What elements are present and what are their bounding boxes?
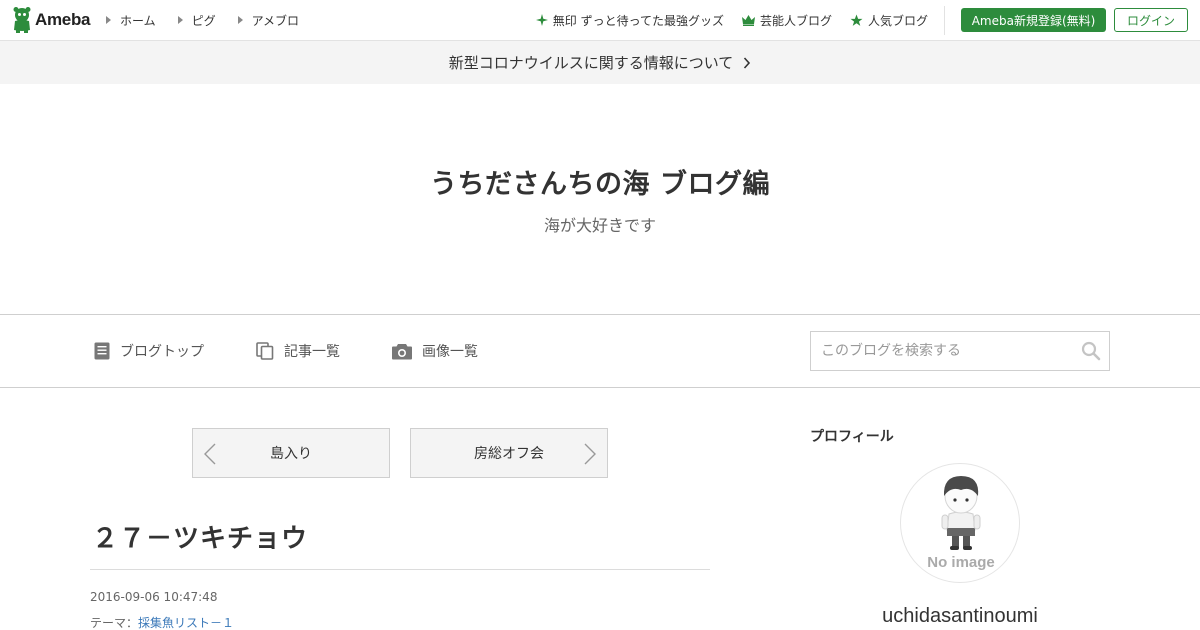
crown-icon bbox=[741, 14, 755, 26]
blog-nav-entries[interactable]: 記事一覧 bbox=[256, 341, 340, 361]
copy-icon bbox=[256, 342, 274, 360]
nav-home-label: ホーム bbox=[120, 13, 156, 28]
avatar[interactable]: No image bbox=[900, 463, 1020, 583]
link-muji-goods[interactable]: 無印 ずっと待ってた最強グッズ bbox=[535, 12, 724, 29]
ameba-mascot-icon bbox=[13, 7, 31, 33]
link-celebrity-blogs[interactable]: 芸能人ブログ bbox=[741, 12, 832, 29]
article-theme: テーマ：採集魚リスト－１ bbox=[90, 614, 234, 630]
blog-description: 海が大好きです bbox=[543, 216, 656, 235]
triangle-right-icon bbox=[106, 16, 111, 24]
blog-nav-images-label: 画像一覧 bbox=[422, 344, 478, 360]
chevron-right-icon bbox=[584, 443, 596, 465]
link-muji-goods-label: 無印 ずっと待ってた最強グッズ bbox=[552, 13, 724, 28]
article-theme-prefix: テーマ： bbox=[90, 616, 139, 630]
article-theme-link[interactable]: 採集魚リスト－１ bbox=[138, 616, 234, 630]
nav-pigg[interactable]: ピグ bbox=[177, 12, 216, 29]
blog-nav-top[interactable]: ブログトップ bbox=[94, 341, 204, 361]
article-date: 2016-09-06 10:47:48 bbox=[90, 590, 218, 604]
prev-entry-label: 島入り bbox=[270, 446, 312, 462]
search-button[interactable] bbox=[1081, 341, 1101, 361]
covid-info-banner[interactable]: 新型コロナウイルスに関する情報について bbox=[0, 41, 1200, 84]
profile-heading: プロフィール bbox=[810, 429, 894, 445]
sparkle-icon bbox=[535, 14, 548, 26]
prev-entry-button[interactable]: 島入り bbox=[192, 428, 390, 478]
register-button[interactable]: Ameba新規登録(無料) bbox=[961, 8, 1106, 32]
global-header: Ameba ホーム ピグ アメブロ 無印 ずっと待ってた最強グッズ 芸能人ブログ… bbox=[0, 0, 1200, 41]
logo-text: Ameba bbox=[35, 10, 91, 29]
blog-search-input[interactable] bbox=[811, 332, 1071, 370]
nav-pigg-label: ピグ bbox=[191, 13, 216, 28]
covid-info-text: 新型コロナウイルスに関する情報について bbox=[448, 54, 734, 72]
link-popular-blogs-label: 人気ブログ bbox=[867, 13, 928, 28]
blog-nav-entries-label: 記事一覧 bbox=[284, 344, 340, 360]
nav-home[interactable]: ホーム bbox=[106, 12, 156, 29]
chevron-left-icon bbox=[204, 443, 216, 465]
next-entry-label: 房総オフ会 bbox=[474, 446, 544, 462]
blog-nav-top-label: ブログトップ bbox=[120, 344, 204, 360]
ameba-logo[interactable]: Ameba bbox=[12, 7, 90, 33]
chevron-right-icon bbox=[744, 56, 751, 69]
article-divider bbox=[90, 569, 710, 570]
star-icon bbox=[850, 14, 863, 26]
document-icon bbox=[94, 342, 110, 360]
login-button[interactable]: ログイン bbox=[1114, 8, 1188, 32]
triangle-right-icon bbox=[177, 16, 183, 24]
blog-title[interactable]: うちださんちの海 ブログ編 bbox=[0, 162, 1200, 201]
blog-nav: ブログトップ 記事一覧 画像一覧 bbox=[0, 314, 1200, 388]
triangle-right-icon bbox=[237, 16, 243, 24]
search-icon bbox=[1081, 341, 1101, 361]
blog-search bbox=[810, 331, 1110, 371]
article-title[interactable]: ２７－ツキチョウ bbox=[92, 518, 308, 555]
next-entry-button[interactable]: 房総オフ会 bbox=[410, 428, 608, 478]
blog-nav-images[interactable]: 画像一覧 bbox=[392, 341, 478, 361]
link-celebrity-blogs-label: 芸能人ブログ bbox=[759, 13, 832, 28]
blog-nav-items: ブログトップ 記事一覧 画像一覧 bbox=[94, 315, 478, 387]
header-links: 無印 ずっと待ってた最強グッズ 芸能人ブログ 人気ブログ bbox=[535, 0, 928, 40]
no-image-label: No image bbox=[927, 554, 995, 571]
link-popular-blogs[interactable]: 人気ブログ bbox=[850, 12, 928, 29]
nav-ameblo-label: アメブロ bbox=[251, 13, 300, 28]
profile-name[interactable]: uchidasantinoumi bbox=[810, 605, 1110, 628]
header-divider bbox=[944, 6, 945, 35]
global-nav: ホーム ピグ アメブロ bbox=[106, 0, 299, 40]
nav-ameblo[interactable]: アメブロ bbox=[237, 12, 300, 29]
camera-icon bbox=[392, 343, 412, 359]
